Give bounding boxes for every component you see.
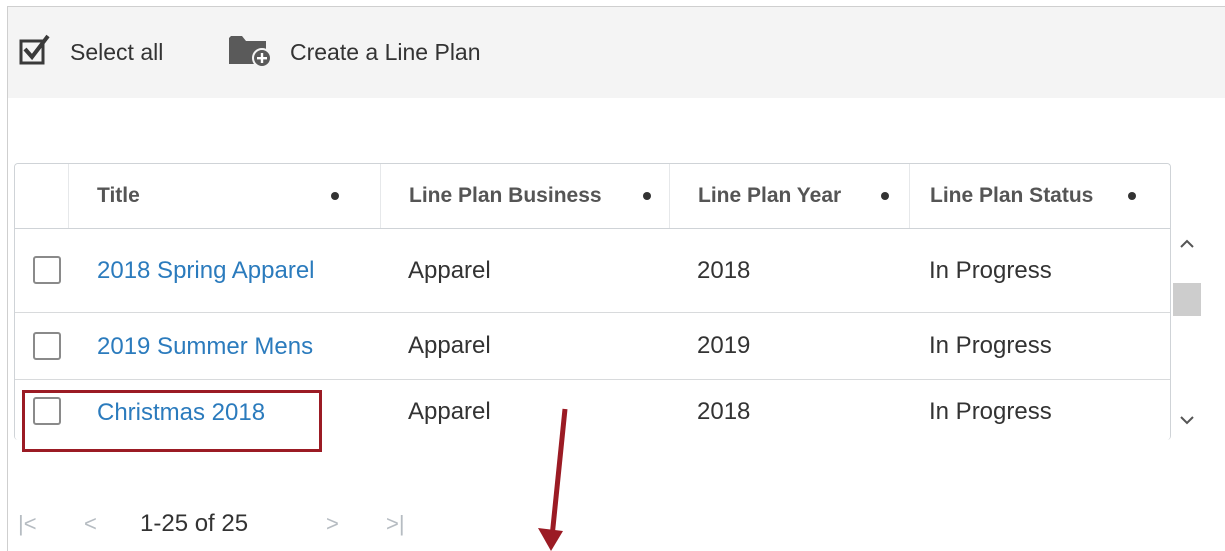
- pagination: |< < 1-25 of 25 > >|: [0, 500, 600, 548]
- row-checkbox[interactable]: [33, 256, 61, 284]
- column-status-label: Line Plan Status: [930, 184, 1094, 207]
- table-row[interactable]: 2018 Spring Apparel Apparel 2018 In Prog…: [15, 229, 1170, 313]
- last-page-button[interactable]: >|: [386, 500, 405, 548]
- prev-page-button[interactable]: <: [84, 500, 97, 548]
- column-title-label: Title: [97, 184, 140, 207]
- create-line-plan-button[interactable]: Create a Line Plan: [228, 7, 481, 98]
- toolbar: Select all Create a Line Plan: [8, 7, 1225, 98]
- chevron-left-icon: <: [84, 511, 97, 536]
- year-cell: 2019: [697, 332, 751, 359]
- annotation-arrow-icon: [538, 408, 568, 551]
- column-header-year[interactable]: Line Plan Year: [670, 164, 910, 228]
- column-menu-icon[interactable]: [331, 192, 339, 200]
- title-cell: 2019 Summer Mens: [97, 313, 377, 379]
- table-row[interactable]: 2019 Summer Mens Apparel 2019 In Progres…: [15, 313, 1170, 380]
- business-cell: Apparel: [408, 398, 491, 425]
- scroll-up-button[interactable]: [1172, 231, 1202, 257]
- highlight-box: [22, 390, 322, 452]
- column-menu-icon[interactable]: [1128, 192, 1136, 200]
- chevron-right-icon: >: [326, 511, 339, 536]
- business-cell: Apparel: [408, 332, 491, 359]
- column-header-business[interactable]: Line Plan Business: [381, 164, 670, 228]
- status-cell: In Progress: [929, 332, 1052, 359]
- column-business-label: Line Plan Business: [409, 184, 602, 207]
- first-page-button[interactable]: |<: [18, 500, 37, 548]
- column-header-status[interactable]: Line Plan Status: [910, 164, 1170, 228]
- title-cell: 2018 Spring Apparel: [97, 229, 357, 312]
- column-year-label: Line Plan Year: [698, 184, 842, 207]
- line-plan-title-link[interactable]: 2018 Spring Apparel: [97, 254, 315, 287]
- first-page-icon: |<: [18, 511, 37, 536]
- column-header-title[interactable]: Title: [69, 164, 381, 228]
- create-line-plan-label: Create a Line Plan: [290, 39, 481, 65]
- next-page-button[interactable]: >: [326, 500, 339, 548]
- year-cell: 2018: [697, 256, 751, 284]
- row-checkbox[interactable]: [33, 332, 61, 360]
- status-cell: In Progress: [929, 256, 1052, 284]
- year-cell: 2018: [697, 398, 751, 425]
- folder-add-icon: [228, 32, 272, 73]
- chevron-down-icon: [1180, 416, 1194, 425]
- scroll-down-button[interactable]: [1172, 407, 1202, 433]
- page-range-text: 1-25 of 25: [140, 510, 249, 537]
- line-plan-title-link[interactable]: 2019 Summer Mens: [97, 330, 313, 363]
- chevron-up-icon: [1180, 239, 1194, 248]
- checkbox-checked-icon: [18, 33, 52, 72]
- column-menu-icon[interactable]: [643, 192, 651, 200]
- scroll-thumb[interactable]: [1173, 283, 1201, 316]
- select-all-label: Select all: [70, 39, 164, 65]
- column-menu-icon[interactable]: [881, 192, 889, 200]
- header-select-cell: [15, 164, 69, 228]
- last-page-icon: >|: [386, 511, 405, 536]
- grid-header: Title Line Plan Business Line Plan Year …: [15, 164, 1170, 229]
- select-all-button[interactable]: Select all: [18, 7, 163, 98]
- status-cell: In Progress: [929, 398, 1052, 425]
- business-cell: Apparel: [408, 256, 491, 284]
